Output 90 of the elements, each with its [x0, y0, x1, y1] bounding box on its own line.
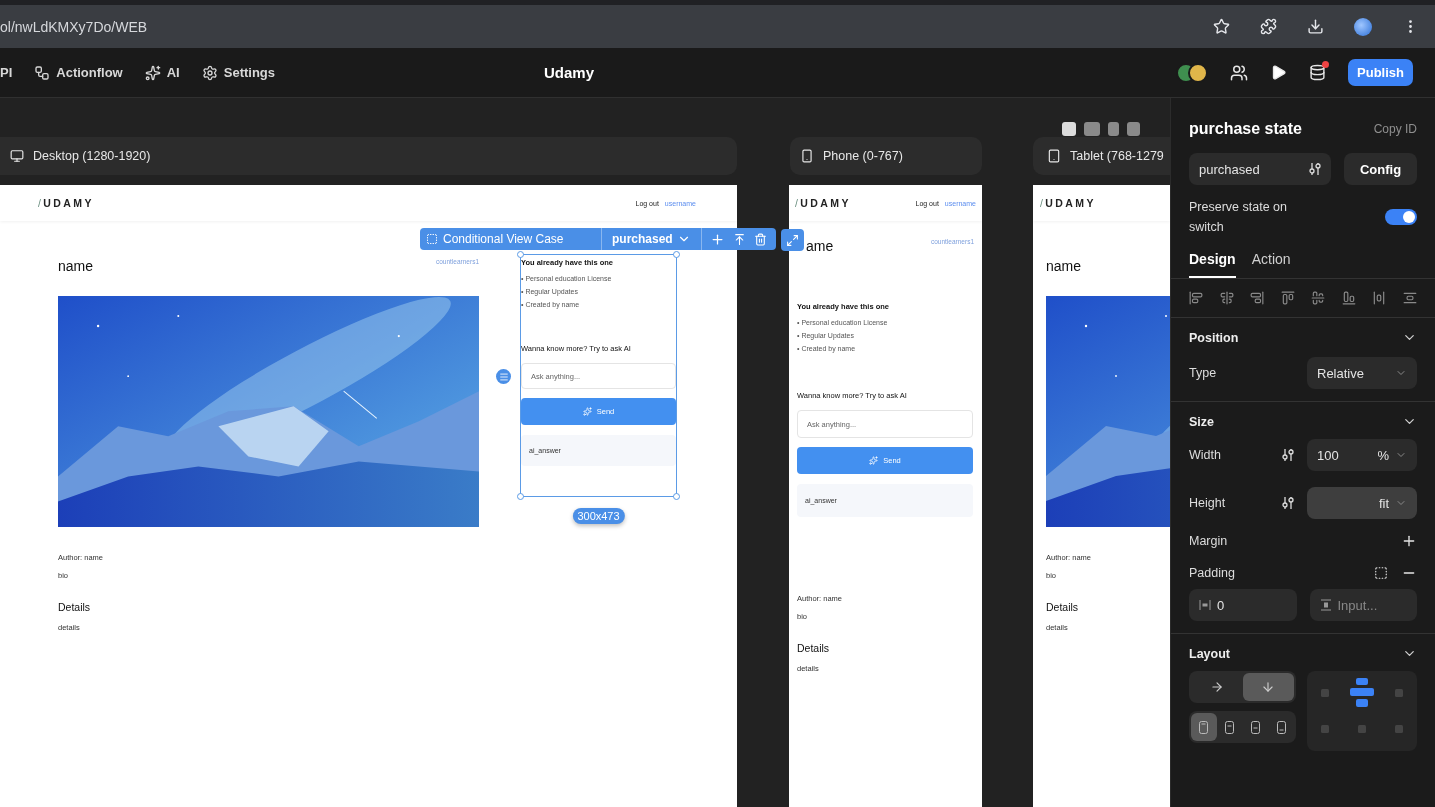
padding-y-field[interactable]: Input... [1309, 589, 1417, 621]
property-label: Margin [1189, 534, 1229, 548]
property-label: Type [1189, 366, 1218, 380]
flow-icon [34, 64, 51, 81]
breakpoint-tab[interactable]: Desktop (1280-1920) [0, 137, 737, 175]
align-icon[interactable] [1311, 291, 1326, 305]
resize-handle[interactable] [517, 251, 524, 258]
nav-item[interactable]: AI [144, 64, 180, 81]
align-icon[interactable] [1372, 291, 1387, 305]
resize-handle[interactable] [673, 251, 680, 258]
align-icon[interactable] [1341, 291, 1356, 305]
expand-button[interactable] [781, 229, 804, 251]
align-top-center-icon [1349, 678, 1375, 708]
dashed-square-icon [426, 233, 438, 245]
project-title: Udamy [544, 64, 595, 81]
height-field[interactable]: fit [1307, 487, 1417, 519]
resize-handle[interactable] [673, 493, 680, 500]
property-label: Padding [1189, 566, 1236, 580]
preserve-label: Preserve state on switch [1189, 199, 1288, 236]
star-icon[interactable] [1213, 18, 1230, 35]
config-button[interactable]: Config [1344, 153, 1417, 185]
property-label: Width [1189, 448, 1222, 462]
align-icon[interactable] [1280, 291, 1295, 305]
tablet-icon [1047, 149, 1061, 163]
horizontal-padding-icon [1199, 599, 1211, 611]
details-heading: Details [1046, 600, 1080, 615]
download-icon[interactable] [1307, 18, 1324, 35]
add-icon[interactable] [1401, 533, 1417, 549]
monitor-icon [10, 149, 24, 163]
users-icon[interactable] [1230, 63, 1249, 82]
panel-title: purchase state [1189, 120, 1302, 138]
type-select[interactable]: Relative [1307, 357, 1417, 389]
align-icon[interactable] [1250, 291, 1265, 305]
nav-item[interactable]: Settings [201, 64, 276, 81]
direction-button[interactable] [1242, 673, 1294, 701]
sliders-icon [1282, 496, 1294, 510]
property-label: Height [1189, 496, 1227, 510]
tablet-view-icon[interactable] [1108, 122, 1119, 136]
wrap-button[interactable] [1191, 713, 1217, 741]
panel-tab[interactable]: Design [1189, 251, 1236, 278]
details-heading: Details [797, 641, 831, 656]
wrap-icon [1225, 720, 1235, 734]
settings-icon [201, 64, 218, 81]
resize-handle[interactable] [517, 493, 524, 500]
details-heading: Details [58, 600, 92, 615]
sliders-icon [1309, 162, 1321, 176]
breakpoint-tab[interactable]: Tablet (768-1279 [1033, 137, 1170, 175]
phone-icon [800, 149, 814, 163]
nav-item[interactable]: PI [0, 65, 13, 80]
align-icon[interactable] [1402, 291, 1417, 305]
align-icon[interactable] [1189, 291, 1203, 305]
sparkle-icon [582, 407, 592, 416]
vertical-padding-icon [1319, 599, 1332, 611]
panel-tab[interactable]: Action [1251, 251, 1291, 278]
width-field[interactable]: 100 % [1307, 439, 1417, 471]
wrap-icon [1250, 720, 1260, 734]
wrap-icon [1199, 720, 1209, 734]
preserve-toggle[interactable] [1385, 209, 1417, 225]
section-title: Layout [1189, 646, 1230, 661]
menu-icon [498, 371, 509, 382]
breakpoint-tab[interactable]: Phone (0-767) [790, 137, 982, 175]
expand-icon [786, 233, 799, 247]
padding-x-field[interactable]: 0 [1189, 589, 1297, 621]
logo: /UDAMY [38, 197, 94, 209]
page-title: name [58, 258, 94, 274]
state-select[interactable]: purchased [1189, 153, 1331, 185]
move-up-icon[interactable] [732, 232, 746, 246]
delete-icon[interactable] [753, 232, 767, 246]
nav-item[interactable]: Actionflow [34, 64, 123, 81]
copy-id-link[interactable]: Copy ID [1373, 122, 1417, 136]
sliders-icon [1282, 448, 1294, 462]
logo: /UDAMY [1040, 197, 1096, 209]
size-tag: 300x473 [572, 508, 625, 524]
database-icon[interactable] [1309, 64, 1327, 81]
page-title: name [1046, 258, 1082, 274]
selection-label: Conditional View Case [443, 232, 564, 246]
section-title: Size [1189, 414, 1214, 429]
logo: /UDAMY [795, 197, 851, 209]
align-icon[interactable] [1219, 291, 1234, 305]
sparkle-icon [144, 64, 161, 81]
wrap-icon [1276, 720, 1286, 734]
profile-icon[interactable] [1354, 17, 1372, 36]
alignment-grid[interactable] [1307, 671, 1417, 751]
sparkle-icon [869, 456, 879, 465]
dashed-square-icon[interactable] [1374, 566, 1388, 580]
play-icon[interactable] [1270, 64, 1288, 81]
section-title: Position [1189, 330, 1239, 345]
publish-button[interactable]: Publish [1348, 59, 1413, 86]
extensions-icon[interactable] [1260, 18, 1277, 35]
page-title: ame [806, 238, 834, 254]
